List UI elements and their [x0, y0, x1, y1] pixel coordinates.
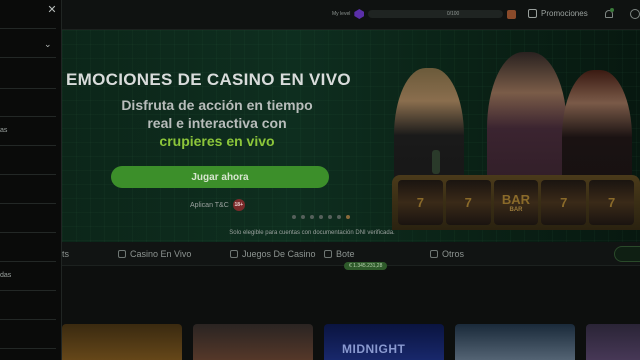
side-menu-item-label[interactable]: das: [0, 272, 11, 279]
jackpot-amount-badge: € 1.345.231,28: [344, 262, 388, 270]
terms-notice[interactable]: Aplican T&C 18+: [190, 199, 245, 211]
level-count: 0/100: [446, 11, 460, 17]
casino-games-icon: [230, 250, 238, 258]
game-tile[interactable]: [455, 324, 575, 360]
reel-symbol: 7: [560, 195, 568, 210]
slot-reel: 7: [541, 180, 587, 225]
reel-symbol: 7: [464, 195, 472, 210]
slot-reel: 7: [445, 180, 491, 225]
side-menu-divider: [0, 290, 56, 291]
category-other[interactable]: Otros: [430, 249, 464, 259]
side-menu-divider: [0, 203, 56, 204]
banner-subtitle-highlight: crupieres en vivo: [159, 133, 275, 149]
chevron-down-icon[interactable]: ⌄: [44, 40, 52, 49]
promotions-link[interactable]: Promociones: [528, 9, 588, 18]
carousel-dots[interactable]: [292, 215, 350, 219]
slot-reel: 7: [589, 180, 634, 225]
notifications-bell-icon[interactable]: [604, 8, 614, 19]
side-menu-divider: [0, 28, 56, 29]
category-label: Otros: [442, 249, 465, 259]
carousel-dot[interactable]: [319, 215, 323, 219]
side-menu-divider: [0, 145, 56, 146]
game-title: MIDNIGHT: [342, 342, 406, 356]
game-tile[interactable]: MIDNIGHT: [324, 324, 444, 360]
my-level-widget[interactable]: My level 0/100: [332, 9, 517, 19]
slot-reel: 7: [398, 180, 443, 225]
category-label: Juegos De Casino: [242, 249, 316, 259]
play-now-button[interactable]: Jugar ahora: [111, 166, 329, 188]
banner-subtitle-line2: real e interactiva con: [147, 115, 287, 131]
hero-banner: 7 7 BAR BAR 7 7 EMOCIONES DE CASINO EN VIVO D…: [62, 30, 640, 242]
carousel-dot[interactable]: [346, 215, 350, 219]
category-label: Casino En Vivo: [130, 249, 192, 259]
promotions-label: Promociones: [541, 9, 588, 18]
live-casino-icon: [118, 250, 126, 258]
banner-subtitle-line1: Disfruta de acción en tiempo: [121, 97, 313, 113]
top-bar: My level 0/100 Promociones: [0, 0, 640, 30]
close-icon[interactable]: ✕: [46, 4, 58, 16]
side-menu-panel: ✕ ⌄ as das: [0, 0, 62, 360]
side-menu-divider: [0, 348, 56, 349]
side-menu-divider: [0, 232, 56, 233]
category-extra-button[interactable]: [614, 246, 640, 262]
slot-lever: [432, 150, 440, 174]
side-menu-divider: [0, 319, 56, 320]
side-menu-divider: [0, 116, 56, 117]
casino-page: My level 0/100 Promociones 7 7 BAR BAR 7 7 EM…: [0, 0, 640, 360]
carousel-dot[interactable]: [292, 215, 296, 219]
category-nav: ots Casino En Vivo Juegos De Casino Bote…: [57, 242, 640, 270]
carousel-dot[interactable]: [337, 215, 341, 219]
games-row: MIDNIGHT: [62, 324, 640, 360]
category-live-casino[interactable]: Casino En Vivo: [118, 249, 191, 259]
banner-title: EMOCIONES DE CASINO EN VIVO: [66, 70, 351, 89]
user-icon[interactable]: [630, 9, 640, 19]
reel-symbol: 7: [416, 195, 425, 210]
side-menu-item-label[interactable]: as: [0, 127, 7, 134]
side-menu-divider: [0, 261, 56, 262]
my-level-label: My level: [332, 11, 351, 17]
banner-subtitle: Disfruta de acción en tiempo real e inte…: [102, 96, 332, 150]
level-gem-icon: [354, 9, 365, 19]
gift-icon[interactable]: [507, 9, 517, 19]
game-tile[interactable]: [62, 324, 182, 360]
category-label: Bote: [336, 249, 355, 259]
level-progress-bar: 0/100: [368, 10, 504, 18]
side-menu-divider: [0, 174, 56, 175]
reel-symbol: 7: [607, 195, 616, 210]
game-tile[interactable]: [193, 324, 313, 360]
reel-symbol-small: BAR: [509, 207, 523, 213]
promotions-icon: [528, 9, 537, 18]
slot-machine-art: 7 7 BAR BAR 7 7: [392, 175, 640, 230]
slot-reel: BAR BAR: [493, 180, 539, 225]
game-tile[interactable]: [586, 324, 640, 360]
carousel-dot[interactable]: [301, 215, 305, 219]
banner-disclaimer: Solo elegible para cuentas con documenta…: [229, 230, 395, 236]
reel-symbol: BAR: [501, 192, 531, 207]
side-menu-divider: [0, 88, 56, 89]
carousel-dot[interactable]: [310, 215, 314, 219]
terms-label: Aplican T&C: [190, 201, 229, 209]
notification-dot: [610, 8, 614, 12]
other-games-icon: [430, 250, 438, 258]
category-casino-games[interactable]: Juegos De Casino: [230, 249, 316, 259]
carousel-dot[interactable]: [328, 215, 332, 219]
side-menu-divider: [0, 57, 56, 58]
category-jackpot[interactable]: Bote: [324, 249, 355, 259]
age-restriction-badge: 18+: [232, 199, 245, 211]
jackpot-icon: [324, 250, 332, 258]
